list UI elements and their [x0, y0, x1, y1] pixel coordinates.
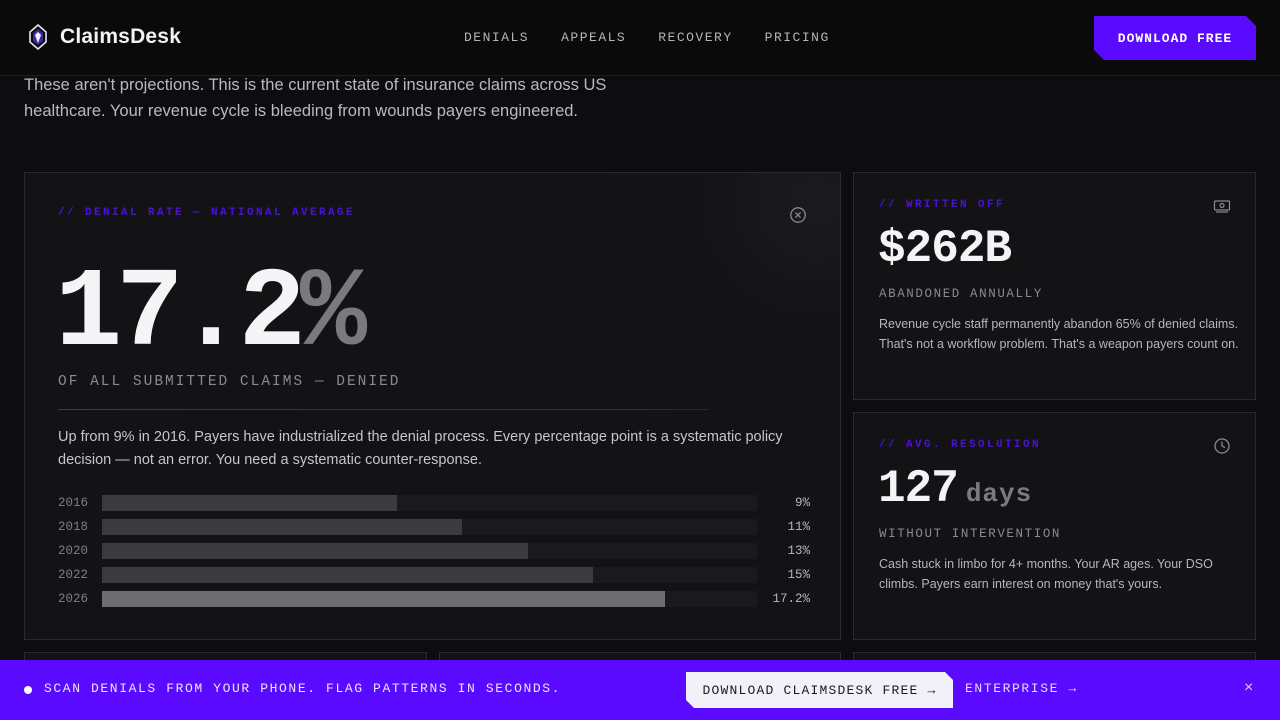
- card-label: // DENIAL RATE — NATIONAL AVERAGE: [58, 207, 356, 219]
- written-off-description: Revenue cycle staff permanently abandon …: [879, 317, 1239, 351]
- trend-bar-track: [102, 519, 757, 535]
- resolution-subtitle: WITHOUT INTERVENTION: [879, 527, 1062, 541]
- denial-rate-subtitle: OF ALL SUBMITTED CLAIMS — DENIED: [58, 374, 401, 390]
- brand-name: ClaimsDesk: [60, 25, 182, 48]
- brand[interactable]: ClaimsDesk: [28, 24, 181, 50]
- avg-resolution-card: // AVG. RESOLUTION 127 days WITHOUT INTER…: [853, 412, 1256, 640]
- denial-rate-description: Up from 9% in 2016. Payers have industri…: [58, 429, 783, 468]
- denial-rate-value: 17.2%: [55, 245, 367, 385]
- card-label: // AVG. RESOLUTION: [879, 439, 1042, 451]
- nav-links: DENIALS APPEALS RECOVERY PRICING: [464, 30, 830, 45]
- trend-year: 2026: [58, 592, 89, 606]
- trend-bar-track: [102, 495, 757, 511]
- written-off-card: // WRITTEN OFF $262B ABANDONED ANNUALLY …: [853, 172, 1256, 400]
- download-free-button[interactable]: DOWNLOAD FREE: [1094, 16, 1256, 60]
- enterprise-link[interactable]: ENTERPRISE →: [965, 681, 1078, 696]
- cash-icon: [1213, 200, 1231, 213]
- trend-year: 2016: [58, 496, 89, 510]
- divider: [58, 409, 708, 410]
- resolution-value: 127 days: [878, 463, 1032, 515]
- nav-link-pricing[interactable]: PRICING: [765, 30, 830, 45]
- trend-value: 9%: [794, 496, 810, 510]
- denial-rate-card: // DENIAL RATE — NATIONAL AVERAGE 17.2% …: [24, 172, 841, 640]
- trend-row: 2026 17.2%: [58, 591, 810, 615]
- trend-value: 13%: [787, 544, 810, 558]
- clock-icon: [1214, 438, 1230, 454]
- resolution-unit: days: [965, 479, 1033, 509]
- trend-bar: [102, 519, 463, 535]
- trend-bar: [102, 591, 666, 607]
- resolution-description: Cash stuck in limbo for 4+ months. Your …: [879, 557, 1213, 591]
- bullet-dot-icon: [24, 686, 32, 694]
- nav-link-denials[interactable]: DENIALS: [464, 30, 529, 45]
- nav-link-appeals[interactable]: APPEALS: [561, 30, 626, 45]
- intro-text: These aren't projections. This is the cu…: [24, 76, 607, 120]
- written-off-subtitle: ABANDONED ANNUALLY: [879, 287, 1043, 301]
- written-off-value: $262B: [878, 223, 1012, 275]
- trend-value: 17.2%: [772, 592, 810, 606]
- percent-sign: %: [299, 251, 367, 378]
- trend-bar-track: [102, 567, 757, 583]
- denial-rate-number: 17.2: [55, 251, 306, 378]
- download-claimsdesk-button[interactable]: DOWNLOAD CLAIMSDESK FREE →: [686, 672, 953, 708]
- promo-banner: SCAN DENIALS FROM YOUR PHONE. FLAG PATTE…: [0, 660, 1280, 720]
- trend-bar: [102, 495, 397, 511]
- trend-year: 2022: [58, 568, 89, 582]
- banner-text: SCAN DENIALS FROM YOUR PHONE. FLAG PATTE…: [44, 681, 562, 696]
- trend-row: 2022 15%: [58, 567, 810, 591]
- trend-bar-track: [102, 543, 757, 559]
- trend-year: 2020: [58, 544, 89, 558]
- trend-row: 2018 11%: [58, 519, 810, 543]
- trend-year: 2018: [58, 520, 89, 534]
- trend-bar: [102, 543, 528, 559]
- trend-row: 2016 9%: [58, 495, 810, 519]
- resolution-number: 127: [878, 463, 959, 515]
- close-icon[interactable]: ×: [1244, 679, 1253, 697]
- denial-trend-bars: 2016 9% 2018 11% 2020 13% 2022 15% 2026 17.2%: [58, 495, 810, 615]
- trend-value: 11%: [787, 520, 810, 534]
- logo-icon: [29, 24, 47, 50]
- trend-bar: [102, 567, 594, 583]
- close-circle-icon[interactable]: [789, 206, 807, 224]
- trend-value: 15%: [787, 568, 810, 582]
- nav-link-recovery[interactable]: RECOVERY: [658, 30, 732, 45]
- trend-bar-track: [102, 591, 757, 607]
- top-nav: ClaimsDesk DENIALS APPEALS RECOVERY PRIC…: [0, 0, 1280, 76]
- card-label: // WRITTEN OFF: [879, 199, 1006, 211]
- trend-row: 2020 13%: [58, 543, 810, 567]
